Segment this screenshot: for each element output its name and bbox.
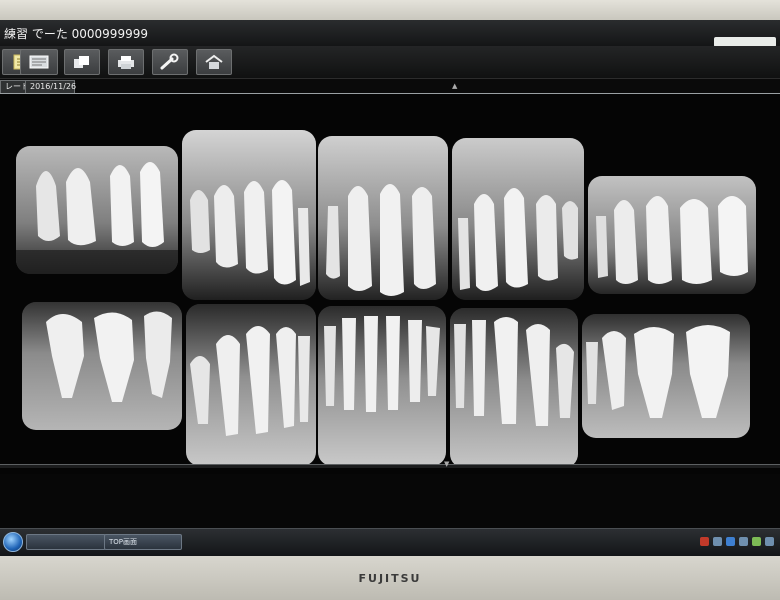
taskbar-app-top-screen[interactable]: TOP画面 [104,534,182,550]
xray-image [22,302,182,430]
xray-lower-right-molar[interactable] [22,302,182,430]
tab-bar: レート) 2016/11/26 [0,79,780,93]
tray-help-icon[interactable] [726,536,735,546]
wrench-icon [160,53,179,70]
pane-divider[interactable] [0,464,780,468]
screen: 練習 でーた 0000999999 レート) 2016/11/26 ▲ ▼ TO… [0,20,780,556]
xray-image [182,130,316,300]
xray-lower-left-premolar[interactable] [450,308,578,468]
home-button[interactable] [196,49,232,75]
tray-clock-icon[interactable] [765,536,774,546]
xray-image [582,314,750,438]
layout-icon [74,56,89,68]
patient-list-button[interactable] [20,49,58,75]
start-button[interactable] [3,532,23,552]
tray-keyboard-icon[interactable] [713,536,722,546]
xray-image [588,176,756,294]
taskbar: TOP画面 [0,528,780,556]
settings-button[interactable] [152,49,188,75]
xray-upper-left-molar[interactable] [588,176,756,294]
xray-image [452,138,584,300]
monitor-brand-logo: FUJITSU [358,572,422,585]
xray-upper-right-premolar[interactable] [182,130,316,300]
home-icon [205,54,223,69]
xray-image [318,136,448,300]
xray-lower-anterior[interactable] [318,306,446,466]
tray-volume-icon[interactable] [752,536,761,546]
taskbar-app-1[interactable] [26,534,106,550]
tab-exam-date[interactable]: 2016/11/26 [25,80,76,93]
print-icon [118,56,134,69]
xray-image [16,146,178,274]
layout-button[interactable] [64,49,100,75]
xray-lower-left-molar[interactable] [582,314,750,438]
xray-image [450,308,578,468]
xray-upper-left-premolar[interactable] [452,138,584,300]
title-bar: 練習 でーた 0000999999 [0,20,780,47]
xray-image [186,304,316,466]
window-title: 練習 でーた 0000999999 [4,27,148,41]
xray-upper-anterior[interactable] [318,136,448,300]
system-tray [700,533,774,549]
patient-list-icon [29,55,49,69]
xray-upper-right-molar[interactable] [16,146,178,274]
print-button[interactable] [108,49,144,75]
xray-viewer [0,94,780,474]
tray-network-icon[interactable] [739,536,748,546]
xray-image [318,306,446,466]
tray-alert-icon[interactable] [700,536,709,546]
toolbar [0,46,780,79]
splitter-grip-bottom[interactable]: ▼ [444,460,449,468]
monitor-top-bezel [0,0,780,20]
splitter-grip-top[interactable]: ▲ [452,82,457,90]
xray-lower-right-premolar[interactable] [186,304,316,466]
